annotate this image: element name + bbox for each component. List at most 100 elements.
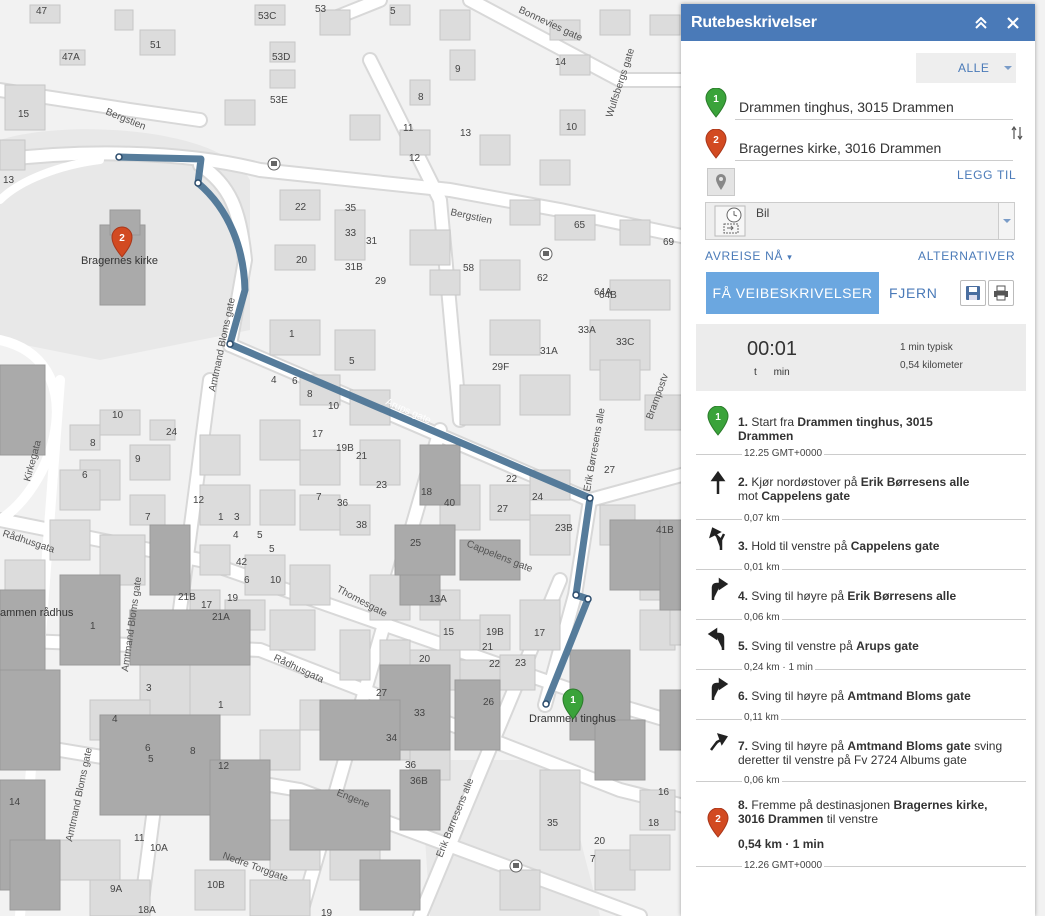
bus-stop-icon <box>539 247 553 261</box>
house-number-label: 5 <box>349 356 355 367</box>
step-instruction: 3. Hold til venstre på Cappelens gate <box>738 539 940 553</box>
stop-row-1: 1 <box>701 88 1013 122</box>
house-number-label: 16 <box>658 787 670 798</box>
house-number-label: 25 <box>410 538 422 549</box>
house-number-label: 23 <box>376 480 388 491</box>
start-location-input[interactable] <box>735 88 1013 120</box>
house-number-label: 18A <box>138 905 156 916</box>
add-stop-link[interactable]: LEGG TIL <box>957 168 1016 182</box>
house-number-label: 7 <box>316 492 322 503</box>
house-number-label: 20 <box>296 255 308 266</box>
house-number-label: 6 <box>244 575 250 586</box>
departure-time-label: AVREISE NÅ <box>705 249 784 263</box>
travel-mode-select[interactable]: Bil <box>705 202 1015 240</box>
house-number-label: 47A <box>62 52 80 63</box>
svg-text:1: 1 <box>713 94 719 105</box>
step-meta: 0,11 km <box>742 712 781 723</box>
step-meta: 12.25 GMT+0000 <box>742 448 825 459</box>
house-number-label: 21 <box>356 451 368 462</box>
panel-title: Rutebeskrivelser <box>691 13 817 31</box>
stop-filter-select[interactable]: ALLE <box>916 53 1016 83</box>
house-number-label: 19 <box>321 908 333 916</box>
bus-stop-icon <box>509 859 523 873</box>
swap-arrows-icon[interactable] <box>1011 125 1023 143</box>
house-number-label: 21A <box>212 612 230 623</box>
house-number-label: 15 <box>443 627 455 638</box>
house-number-label: 27 <box>376 688 388 699</box>
departure-time-dropdown[interactable]: AVREISE NÅ ▾ <box>705 249 792 263</box>
house-number-label: 4 <box>112 714 118 725</box>
house-number-label: 33 <box>345 228 357 239</box>
house-number-label: 69 <box>663 237 675 248</box>
house-number-label: 53E <box>270 95 288 106</box>
house-number-label: 7 <box>145 512 151 523</box>
caret-down-icon: ▾ <box>787 252 793 262</box>
house-number-label: 33A <box>578 325 596 336</box>
straight-arrow-icon <box>710 470 726 494</box>
house-number-label: 1 <box>289 329 295 340</box>
house-number-label: 31B <box>345 262 363 273</box>
clear-button[interactable]: FJERN <box>889 285 938 301</box>
house-number-label: 1 <box>218 700 224 711</box>
house-number-label: 17 <box>312 429 324 440</box>
summary-typical-time: 1 min typisk <box>900 342 953 353</box>
house-number-label: 18 <box>648 818 660 829</box>
destination-input[interactable] <box>735 129 1013 161</box>
stop-row-2: 2 <box>701 129 1013 163</box>
print-icon[interactable] <box>988 280 1014 306</box>
house-number-label: 65 <box>574 220 586 231</box>
house-number-label: 12 <box>409 153 421 164</box>
house-number-label: 41B <box>656 525 674 536</box>
house-number-label: 22 <box>506 474 518 485</box>
house-number-label: 31 <box>366 236 378 247</box>
house-number-label: 53 <box>315 4 327 15</box>
double-chevron-up-icon[interactable] <box>969 11 993 35</box>
house-number-label: 3 <box>234 512 240 523</box>
house-number-label: 51 <box>150 40 162 51</box>
step-total: 0,54 km · 1 min <box>738 837 825 851</box>
house-number-label: 35 <box>345 203 357 214</box>
chevron-down-icon <box>1004 66 1012 70</box>
stop-filter-label: ALLE <box>958 61 990 75</box>
options-link[interactable]: ALTERNATIVER <box>918 249 1015 263</box>
step-meta: 0,24 km · 1 min <box>742 662 815 673</box>
house-number-label: 38 <box>356 520 368 531</box>
house-number-label: 53C <box>258 11 276 22</box>
house-number-label: 23 <box>515 658 527 669</box>
chevron-down-icon[interactable] <box>998 203 1014 239</box>
house-number-label: 17 <box>201 600 213 611</box>
house-number-label: 36 <box>337 498 349 509</box>
house-number-label: 8 <box>190 746 196 757</box>
step-meta: 0,06 km <box>742 612 782 623</box>
house-number-label: 29 <box>375 276 387 287</box>
end-pin-icon: 2 <box>707 808 729 838</box>
house-number-label: 10B <box>207 880 225 891</box>
house-number-label: 8 <box>90 438 96 449</box>
add-stop-pin-button[interactable] <box>707 168 735 196</box>
house-number-label: 7 <box>590 854 596 865</box>
house-number-label: 10 <box>328 401 340 412</box>
house-number-label: 21B <box>178 592 196 603</box>
house-number-label: 26 <box>483 697 495 708</box>
step-instruction: 1. Start fra Drammen tinghus, 3015 Dramm… <box>738 415 933 443</box>
house-number-label: 27 <box>604 465 616 476</box>
travel-mode-label: Bil <box>756 206 770 220</box>
step-instruction: 7. Sving til høyre på Amtmand Bloms gate… <box>738 739 1003 767</box>
house-number-label: 21 <box>482 642 494 653</box>
house-number-label: 19B <box>486 627 504 638</box>
house-number-label: 20 <box>419 654 431 665</box>
house-number-label: 36 <box>405 760 417 771</box>
house-number-label: 53D <box>272 52 290 63</box>
house-number-label: 42 <box>236 557 248 568</box>
turn-left-icon <box>707 627 725 650</box>
house-number-label: 14 <box>9 797 21 808</box>
house-number-label: 19 <box>227 593 239 604</box>
close-icon[interactable] <box>1001 11 1025 35</box>
house-number-label: 58 <box>463 263 475 274</box>
save-icon[interactable] <box>960 280 986 306</box>
house-number-label: 5 <box>257 530 263 541</box>
get-directions-button[interactable]: FÅ VEIBESKRIVELSER <box>706 272 879 314</box>
house-number-label: 33 <box>414 708 426 719</box>
house-number-label: 17 <box>534 628 546 639</box>
summary-distance: 0,54 kilometer <box>900 360 963 371</box>
